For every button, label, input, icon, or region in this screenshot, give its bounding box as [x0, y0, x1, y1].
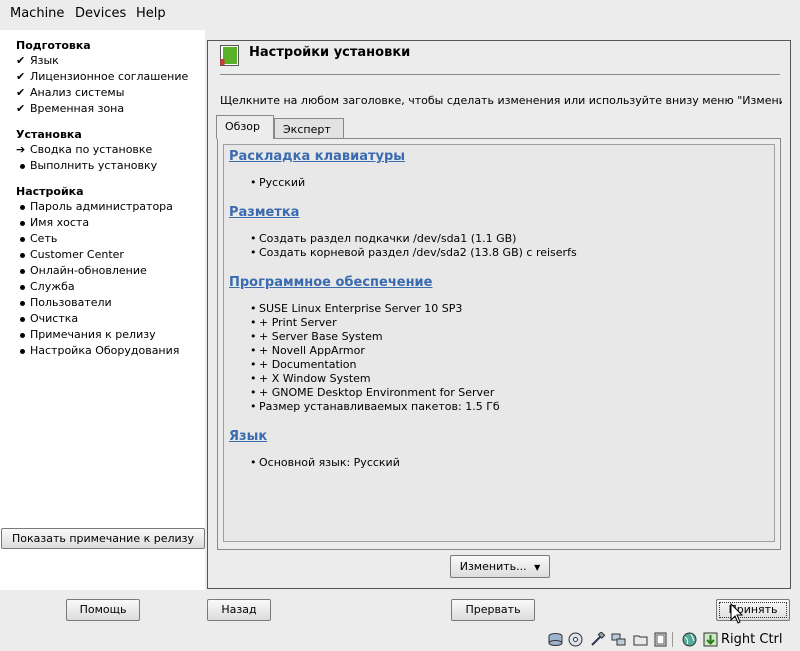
bullet-icon	[20, 284, 25, 290]
tab-overview[interactable]: Обзор	[216, 115, 274, 139]
change-button-label: Изменить...	[459, 560, 527, 573]
shared-folder-icon[interactable]	[633, 632, 648, 647]
list-item: SUSE Linux Enterprise Server 10 SP3	[250, 302, 462, 315]
step-online-update: Онлайн-обновление	[16, 264, 147, 277]
section-title-configuration: Настройка	[16, 185, 84, 198]
overview-tab-panel: Раскладка клавиатуры Русский Разметка Со…	[217, 138, 781, 550]
list-item: + X Window System	[250, 372, 371, 385]
bullet-icon	[20, 163, 25, 169]
main-panel: Настройки установки Щелкните на любом за…	[207, 40, 791, 589]
step-perform-installation: Выполнить установку	[16, 159, 157, 172]
bullet-icon	[20, 268, 25, 274]
title-divider	[220, 74, 780, 75]
dropdown-arrow-icon: ▼	[534, 563, 541, 572]
cd-icon[interactable]	[568, 632, 583, 647]
step-release-notes: Примечания к релизу	[16, 328, 156, 341]
list-item: Создать корневой раздел /dev/sda2 (13.8 …	[250, 246, 577, 259]
step-cleanup: Очистка	[16, 312, 78, 325]
document-icon	[220, 45, 239, 66]
bullet-icon	[20, 220, 25, 226]
list-item: + Server Base System	[250, 330, 383, 343]
checkmark-icon: ✔	[16, 70, 26, 83]
list-item: + Documentation	[250, 358, 356, 371]
bullet-icon	[20, 300, 25, 306]
heading-language[interactable]: Язык	[229, 429, 267, 444]
heading-keyboard-layout[interactable]: Раскладка клавиатуры	[229, 149, 405, 164]
menu-devices[interactable]: Devices	[75, 6, 126, 21]
heading-software[interactable]: Программное обеспечение	[229, 275, 432, 290]
bullet-icon	[20, 204, 25, 210]
list-item: Основной язык: Русский	[250, 456, 400, 469]
accept-button[interactable]: Принять	[716, 599, 790, 621]
status-separator	[672, 632, 675, 647]
bullet-icon	[20, 252, 25, 258]
menu-machine[interactable]: Machine	[10, 6, 64, 21]
section-title-preparation: Подготовка	[16, 39, 91, 52]
step-license: ✔ Лицензионное соглашение	[16, 70, 189, 83]
display-icon[interactable]	[653, 632, 668, 647]
mouse-integration-icon[interactable]	[703, 632, 718, 647]
bullet-icon	[20, 348, 25, 354]
section-title-installation: Установка	[16, 128, 82, 141]
show-release-notes-button[interactable]: Показать примечание к релизу	[1, 528, 205, 549]
step-installation-summary: ➔ Сводка по установке	[16, 143, 153, 156]
step-network: Сеть	[16, 232, 57, 245]
list-item: Русский	[250, 176, 305, 189]
host-key-label: Right Ctrl	[721, 632, 783, 647]
arrow-right-icon: ➔	[16, 143, 26, 156]
back-button[interactable]: Назад	[207, 599, 271, 621]
step-hostname: Имя хоста	[16, 216, 89, 229]
instruction-text: Щелкните на любом заголовке, чтобы сдела…	[220, 94, 782, 107]
bullet-icon	[20, 236, 25, 242]
list-item: + Print Server	[250, 316, 337, 329]
checkmark-icon: ✔	[16, 102, 26, 115]
installation-steps-panel: Подготовка ✔ Язык ✔ Лицензионное соглашени…	[0, 30, 205, 590]
step-root-password: Пароль администратора	[16, 200, 173, 213]
step-customer-center: Customer Center	[16, 248, 124, 261]
menu-bar: Machine Devices Help	[0, 0, 800, 28]
step-users: Пользователи	[16, 296, 112, 309]
bullet-icon	[20, 332, 25, 338]
step-time-zone: ✔ Временная зона	[16, 102, 125, 115]
list-item: + Novell AppArmor	[250, 344, 365, 357]
mouse-cursor-icon	[730, 602, 744, 625]
abort-button[interactable]: Прервать	[451, 599, 535, 621]
vm-status-bar: Right Ctrl	[0, 628, 800, 651]
usb-icon[interactable]	[590, 631, 606, 647]
list-item: Создать раздел подкачки /dev/sda1 (1.1 G…	[250, 232, 516, 245]
checkmark-icon: ✔	[16, 54, 26, 67]
help-button[interactable]: Помощь	[66, 599, 140, 621]
network-icon[interactable]	[611, 632, 626, 647]
step-system-analysis: ✔ Анализ системы	[16, 86, 125, 99]
step-language: ✔ Язык	[16, 54, 59, 67]
tab-expert[interactable]: Эксперт	[274, 118, 344, 140]
step-hardware-config: Настройка Оборудования	[16, 344, 179, 357]
page-title: Настройки установки	[249, 45, 411, 60]
summary-content: Раскладка клавиатуры Русский Разметка Со…	[223, 144, 775, 542]
bullet-icon	[20, 316, 25, 322]
checkmark-icon: ✔	[16, 86, 26, 99]
heading-partitioning[interactable]: Разметка	[229, 205, 299, 220]
menu-help[interactable]: Help	[136, 6, 166, 21]
list-item: Размер устанавливаемых пакетов: 1.5 Гб	[250, 400, 500, 413]
change-menu-button[interactable]: Изменить... ▼	[450, 555, 550, 578]
globe-icon[interactable]	[682, 632, 697, 647]
list-item: + GNOME Desktop Environment for Server	[250, 386, 494, 399]
hdd-icon[interactable]	[548, 632, 563, 647]
step-service: Служба	[16, 280, 75, 293]
